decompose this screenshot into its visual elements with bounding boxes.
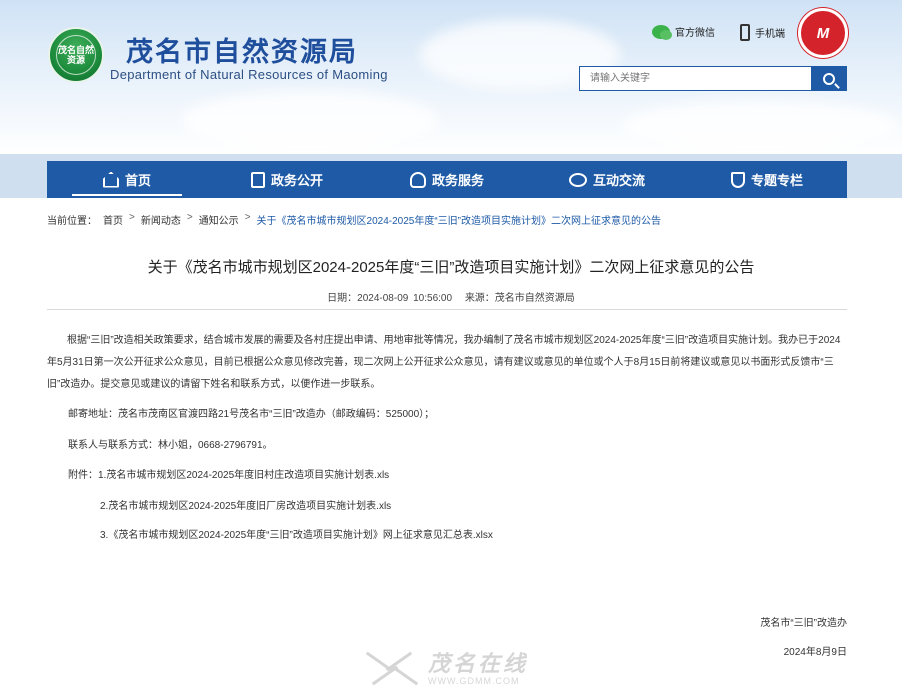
- breadcrumb-separator: >: [129, 212, 135, 223]
- breadcrumb-prefix: 当前位置：: [47, 216, 97, 227]
- watermark: 茂名在线 WWW.GDMM.COM: [362, 652, 528, 686]
- wechat-label: 官方微信: [675, 28, 715, 39]
- site-header: 茂名自然资源 茂名市自然资源局 Department of Natural Re…: [0, 0, 902, 154]
- nav-item-special-topics[interactable]: 专题专栏: [687, 161, 847, 198]
- watermark-logo-icon: [362, 651, 420, 686]
- signer: 茂名市“三旧”改造办: [760, 618, 847, 629]
- divider: [47, 309, 847, 310]
- nav-item-label: 政务公开: [270, 173, 323, 188]
- breadcrumb-current[interactable]: 关于《茂名市城市规划区2024-2025年度“三旧”改造项目实施计划》二次网上征…: [257, 212, 661, 227]
- user-service-icon: [409, 171, 426, 188]
- breadcrumb-link-news[interactable]: 新闻动态: [141, 212, 181, 227]
- wechat-icon: [652, 24, 672, 40]
- emblem-text: M: [816, 24, 830, 42]
- breadcrumb-separator: >: [244, 212, 251, 223]
- mobile-link[interactable]: 手机端: [740, 24, 785, 41]
- phone-icon: [740, 24, 750, 41]
- wechat-link[interactable]: 官方微信: [652, 24, 715, 40]
- nav-item-interaction[interactable]: 互动交流: [527, 161, 687, 198]
- article-meta: 日期：2024-08-09 10:56:00 来源：茂名市自然资源局: [0, 289, 902, 304]
- mobile-label: 手机端: [755, 29, 785, 40]
- nav-item-label: 专题专栏: [750, 173, 803, 188]
- cloud-decoration: [180, 90, 440, 150]
- watermark-text: 茂名在线: [428, 651, 529, 676]
- search-icon: [823, 72, 835, 85]
- chat-icon: [568, 172, 587, 187]
- site-subtitle: Department of Natural Resources of Maomi…: [110, 67, 388, 82]
- attachment-link[interactable]: 附件：1.茂名市城市规划区2024-2025年度旧村庄改造项目实施计划表.xls: [68, 466, 389, 481]
- breadcrumb-separator: >: [186, 212, 193, 223]
- nav-item-label: 政务服务: [431, 173, 484, 188]
- trophy-icon: [730, 171, 745, 188]
- nav-item-label: 互动交流: [592, 173, 645, 188]
- city-emblem-logo[interactable]: M: [798, 8, 848, 58]
- nav-item-government-affairs[interactable]: 政务公开: [207, 161, 367, 198]
- sign-date: 2024年8月9日: [783, 647, 847, 658]
- document-icon: [250, 171, 265, 188]
- article-title: 关于《茂名市城市规划区2024-2025年度“三旧”改造项目实施计划》二次网上征…: [147, 259, 755, 276]
- breadcrumb: 当前位置： 首页 > 新闻动态 > 通知公示 > 关于《茂名市城市规划区2024…: [47, 212, 661, 227]
- attachment-link[interactable]: 3.《茂名市城市规划区2024-2025年度“三旧”改造项目实施计划》网上征求意…: [100, 526, 493, 541]
- home-icon: [102, 171, 119, 188]
- search-input[interactable]: [579, 66, 812, 91]
- nav-item-government-services[interactable]: 政务服务: [367, 161, 527, 198]
- cloud-decoration: [620, 100, 900, 150]
- article-date: 日期：2024-08-09 10:56:00: [327, 293, 453, 304]
- nav-item-label: 首页: [124, 173, 151, 188]
- site-title: 茂名市自然资源局: [126, 37, 358, 67]
- attachment-link[interactable]: 2.茂名市城市规划区2024-2025年度旧厂房改造项目实施计划表.xls: [100, 497, 391, 512]
- nav-item-home[interactable]: 首页: [47, 161, 207, 198]
- watermark-url: WWW.GDMM.COM: [428, 676, 520, 686]
- article-address: 邮寄地址：茂名市茂南区官渡四路21号茂名市“三旧”改造办（邮政编码：525000…: [68, 409, 435, 420]
- article-contact: 联系人与联系方式：林小姐，0668-2796791。: [68, 440, 273, 451]
- breadcrumb-link-home[interactable]: 首页: [103, 212, 123, 227]
- main-nav: 首页 政务公开 政务服务 互动交流 专题专栏: [47, 161, 847, 198]
- breadcrumb-link-notices[interactable]: 通知公示: [199, 212, 239, 227]
- site-logo[interactable]: 茂名自然资源: [48, 27, 104, 83]
- article-body-paragraph: 根据“三旧”改造相关政策要求，结合城市发展的需要及各村庄提出申请、用地审批等情况…: [47, 335, 841, 390]
- logo-text: 茂名自然资源: [56, 35, 96, 75]
- search-button[interactable]: [811, 66, 847, 91]
- article-source: 来源：茂名市自然资源局: [464, 293, 575, 304]
